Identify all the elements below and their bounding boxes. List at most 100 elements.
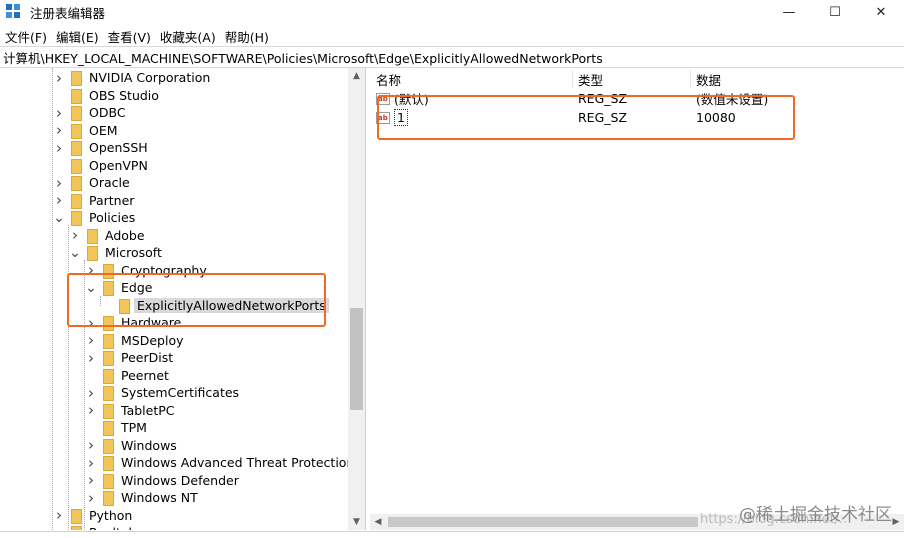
tree-item-label: OpenSSH — [89, 140, 148, 155]
collapse-chevron-icon[interactable]: ⌄ — [69, 245, 81, 261]
tree-item[interactable]: › Adobe — [69, 226, 145, 244]
tree-item[interactable]: › OpenSSH — [53, 139, 148, 157]
tree-item[interactable]: › TabletPC — [85, 401, 175, 419]
collapse-chevron-icon[interactable]: ⌄ — [53, 210, 65, 226]
minimize-button[interactable]: — — [766, 0, 812, 24]
folder-icon — [69, 526, 83, 530]
tree-item-label: PeerDist — [121, 350, 174, 365]
tree-item[interactable]: › Partner — [53, 191, 134, 209]
tree-item-label: Windows Defender — [121, 472, 239, 488]
menu-file[interactable]: 文件(F) — [0, 27, 51, 46]
expand-chevron-icon[interactable]: › — [85, 331, 97, 349]
tree-item-label: SystemCertificates — [121, 385, 240, 400]
expand-chevron-icon[interactable]: › — [53, 139, 65, 157]
tree-item[interactable]: Peernet — [85, 367, 169, 384]
folder-icon — [69, 141, 83, 156]
column-divider[interactable] — [690, 70, 691, 88]
tree-item-label: Microsoft — [105, 245, 162, 260]
tree-item-label: MSDeploy — [121, 332, 184, 348]
expand-chevron-icon[interactable]: › — [53, 524, 65, 531]
tree-item[interactable]: › ODBC — [53, 104, 126, 122]
regedit-app-icon — [6, 4, 22, 20]
column-header-name[interactable]: 名称 — [376, 70, 401, 88]
menu-help[interactable]: 帮助(H) — [220, 27, 273, 46]
tree-item[interactable]: TPM — [85, 419, 147, 436]
expand-chevron-icon[interactable]: › — [85, 401, 97, 419]
tree-guide-line — [52, 68, 53, 530]
tree-item[interactable]: › Windows — [85, 436, 177, 454]
expand-chevron-icon[interactable]: › — [53, 104, 65, 122]
expand-chevron-icon[interactable]: › — [69, 226, 81, 244]
tree-item-label: Policies — [89, 210, 136, 225]
expand-chevron-icon[interactable]: › — [85, 436, 97, 454]
tree-item-label: Windows — [121, 437, 177, 453]
close-button[interactable]: ✕ — [858, 0, 904, 24]
maximize-button[interactable]: ☐ — [812, 0, 858, 24]
tree-item-label: OEM — [89, 122, 118, 138]
tree-item[interactable]: › Windows NT — [85, 489, 198, 507]
tree-item[interactable]: ⌄ Microsoft — [69, 244, 162, 261]
tree-scrollbar[interactable]: ▲ ▼ — [348, 68, 365, 530]
watermark: @稀土掘金技术社区 — [739, 505, 892, 525]
expand-chevron-icon[interactable]: › — [85, 349, 97, 367]
expand-chevron-icon[interactable]: › — [85, 489, 97, 507]
tree-item[interactable]: › Windows Defender — [85, 471, 239, 489]
window-bottom-edge — [0, 531, 904, 538]
expand-chevron-icon[interactable]: › — [85, 454, 97, 472]
tree-item[interactable]: › OEM — [53, 121, 118, 139]
tree-item-label: OpenVPN — [89, 157, 148, 173]
tree-item-label: TPM — [121, 420, 147, 435]
folder-icon — [101, 421, 115, 436]
tree-item-label: Windows Advanced Threat Protection — [121, 455, 355, 470]
folder-icon — [69, 176, 83, 191]
menu-view[interactable]: 查看(V) — [103, 27, 155, 46]
folder-icon — [69, 508, 83, 524]
folder-icon — [85, 246, 99, 261]
tree-item[interactable]: › Windows Advanced Threat Protection — [85, 454, 355, 472]
expand-chevron-icon[interactable]: › — [53, 121, 65, 139]
tree-item[interactable]: › PeerDist — [85, 349, 174, 367]
tree-item[interactable]: › Python — [53, 506, 132, 524]
window-title: 注册表编辑器 — [30, 5, 106, 21]
tree-guide-line — [68, 225, 69, 530]
tree-item-label: Adobe — [105, 227, 145, 243]
tree-item[interactable]: OpenVPN — [53, 157, 148, 174]
highlight-box-value-row — [377, 95, 795, 140]
tree-item-label: Realtek — [89, 525, 136, 530]
expand-chevron-icon[interactable]: › — [53, 506, 65, 524]
tree-item[interactable]: › Realtek — [53, 524, 136, 530]
folder-icon — [101, 491, 115, 506]
folder-icon — [69, 193, 83, 209]
tree-item[interactable]: OBS Studio — [53, 87, 159, 104]
menu-favorites[interactable]: 收藏夹(A) — [155, 27, 220, 46]
tree-item[interactable]: ⌄ Policies — [53, 209, 135, 226]
address-bar[interactable]: 计算机\HKEY_LOCAL_MACHINE\SOFTWARE\Policies… — [0, 46, 904, 68]
scroll-down-arrow-icon[interactable]: ▼ — [348, 514, 365, 530]
expand-chevron-icon[interactable]: › — [53, 191, 65, 209]
tree-item[interactable]: › NVIDIA Corporation — [53, 69, 210, 87]
column-header-type[interactable]: 类型 — [578, 70, 603, 88]
tree-item[interactable]: › MSDeploy — [85, 331, 184, 349]
expand-chevron-icon[interactable]: › — [85, 384, 97, 402]
tree-item-label: Peernet — [121, 367, 169, 383]
menu-edit[interactable]: 编辑(E) — [51, 27, 103, 46]
expand-chevron-icon[interactable]: › — [53, 174, 65, 192]
column-header-data[interactable]: 数据 — [696, 70, 721, 88]
folder-icon — [101, 368, 115, 384]
column-divider[interactable] — [572, 70, 573, 88]
expand-chevron-icon[interactable]: › — [85, 471, 97, 489]
folder-icon — [101, 386, 115, 401]
tree-item[interactable]: › SystemCertificates — [85, 384, 240, 402]
tree-item-label: Oracle — [89, 175, 130, 190]
scroll-up-arrow-icon[interactable]: ▲ — [348, 68, 365, 84]
scroll-left-arrow-icon[interactable]: ◀ — [370, 514, 386, 530]
folder-icon — [101, 456, 115, 471]
title-bar: 注册表编辑器 — ☐ ✕ — [0, 0, 904, 24]
values-scroll-thumb[interactable] — [388, 517, 698, 527]
tree-scroll-thumb[interactable] — [350, 308, 363, 410]
expand-chevron-icon[interactable]: › — [53, 69, 65, 87]
tree-item[interactable]: › Oracle — [53, 174, 130, 192]
folder-icon — [69, 106, 83, 121]
folder-icon — [69, 88, 83, 104]
tree-item-label: TabletPC — [121, 402, 175, 418]
